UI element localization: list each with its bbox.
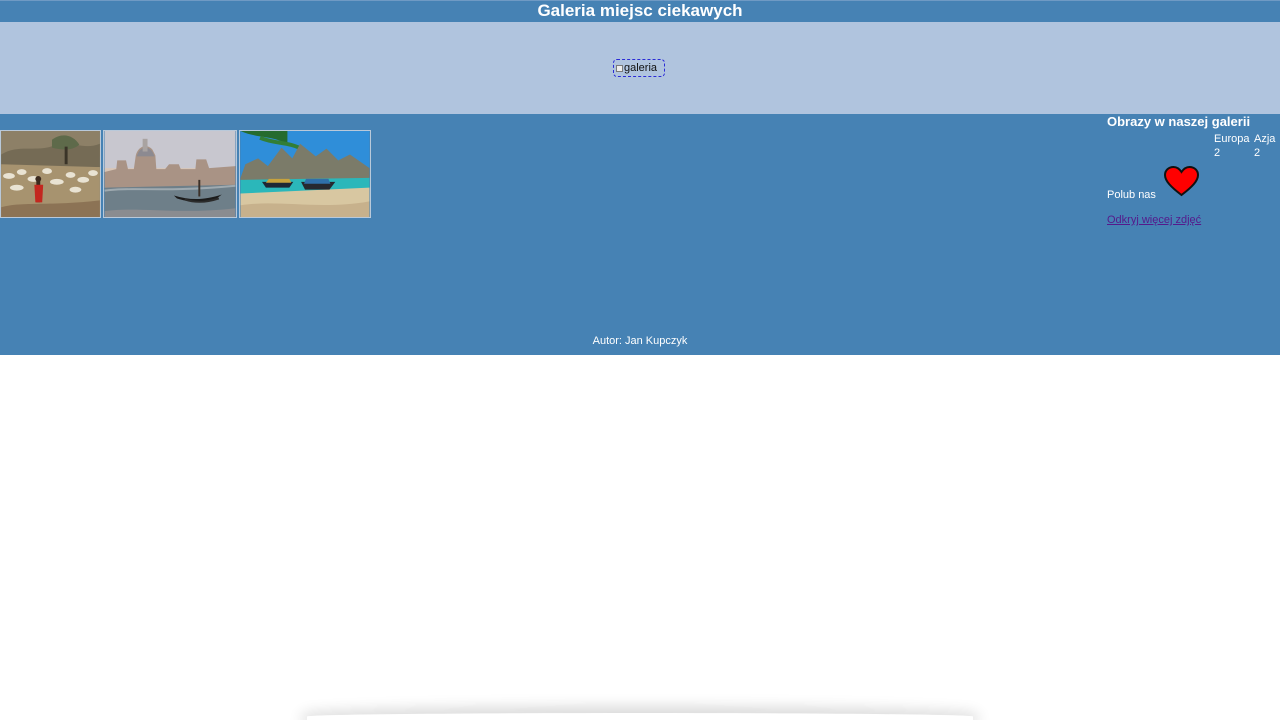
discover-more-link[interactable]: Odkryj więcej zdjęć — [1107, 214, 1201, 227]
gallery-photo-beach-icon — [240, 131, 370, 217]
page-footer: Autor: Jan Kupczyk — [0, 333, 1280, 349]
broken-image-icon — [616, 65, 623, 72]
banner: galeria — [0, 22, 1280, 114]
asia-count: 2 — [1254, 147, 1261, 159]
broken-image: galeria — [613, 59, 665, 77]
author-text: Autor: Jan Kupczyk — [592, 335, 688, 347]
main-content: Obrazy w naszej galerii Europa Azja 2 2 … — [0, 114, 1280, 355]
sidebar-heading: Obrazy w naszej galerii — [1107, 114, 1251, 129]
page-title: Galeria miejsc ciekawych — [537, 1, 743, 20]
europe-label: Europa — [1214, 133, 1250, 145]
gallery-photo-herd[interactable] — [0, 130, 101, 218]
bottom-panel-shadow — [307, 713, 973, 720]
broken-image-alt: galeria — [624, 62, 658, 74]
gallery-count-labels-row: Europa Azja — [1214, 132, 1280, 146]
gallery-photo-venice-icon — [104, 131, 236, 217]
gallery-count-table: Europa Azja 2 2 — [1214, 132, 1280, 160]
europe-count: 2 — [1214, 147, 1221, 159]
gallery-sidebar: Obrazy w naszej galerii Europa Azja 2 2 … — [1107, 114, 1280, 244]
gallery-photo-venice[interactable] — [103, 130, 237, 218]
heart-icon[interactable] — [1164, 166, 1199, 198]
page-header: Galeria miejsc ciekawych — [0, 0, 1280, 22]
gallery-photo-herd-icon — [1, 131, 100, 217]
page: Galeria miejsc ciekawych galeria Obrazy … — [0, 0, 1280, 720]
gallery-photo-beach[interactable] — [239, 130, 371, 218]
asia-label: Azja — [1254, 133, 1276, 145]
gallery-count-values-row: 2 2 — [1214, 146, 1280, 160]
like-label: Polub nas — [1107, 189, 1156, 201]
